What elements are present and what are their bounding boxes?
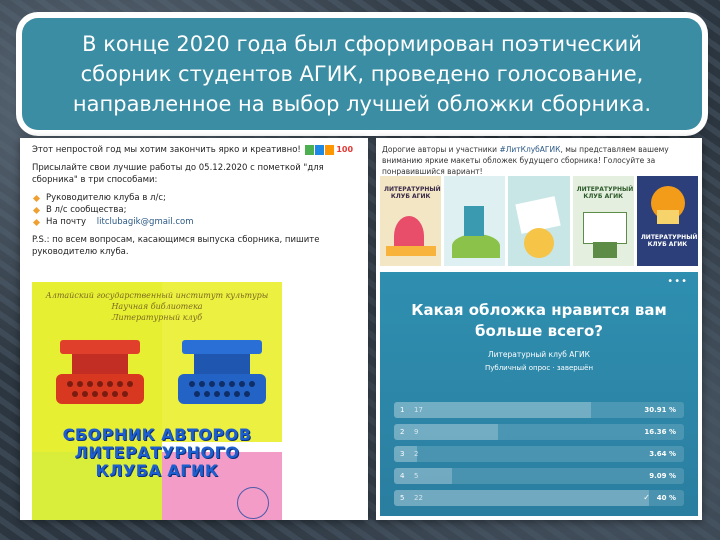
poll-option[interactable]: 3 2 3.64 % [394, 446, 684, 462]
poll-option-count: 2 [414, 450, 419, 458]
post-ps: P.S.: по всем вопросам, касающимся выпус… [32, 235, 320, 257]
email-link[interactable]: litclubagik@gmail.com [97, 216, 194, 228]
right-post-text: Дорогие авторы и участники #ЛитКлубАГИК,… [382, 145, 669, 176]
right-post-screenshot: Дорогие авторы и участники #ЛитКлубАГИК,… [376, 138, 702, 520]
poll-option-percent: 16.36 % [644, 428, 676, 436]
cover-header: Алтайский государственный институт культ… [45, 291, 269, 322]
cover-title: СБОРНИК АВТОРОВ ЛИТЕРАТУРНОГО КЛУБА АГИК [62, 425, 252, 480]
diamond-bullet-icon [32, 218, 41, 226]
poll-option-index: 1 [400, 406, 405, 414]
hundred-icon: 100 [333, 145, 354, 154]
poll-option-percent: 30.91 % [644, 406, 676, 414]
post-text: Этот непростой год мы хотим закончить яр… [20, 138, 368, 258]
poll-option-index: 2 [400, 428, 405, 436]
poll-option-count: 9 [414, 428, 419, 436]
poll-widget: ••• Какая обложка нравится вам больше вс… [380, 272, 698, 516]
poll-option-bar [394, 424, 499, 440]
more-options-icon[interactable]: ••• [667, 276, 688, 287]
poll-option[interactable]: 1 17 30.91 % [394, 402, 684, 418]
poll-option-count: 5 [414, 472, 419, 480]
post-line-2: Присылайте свои лучшие работы до 05.12.2… [32, 163, 324, 185]
post-line-1: Этот непростой год мы хотим закончить яр… [32, 144, 354, 155]
green-book-icon [304, 144, 314, 155]
method-item: На почту litclubagik@gmail.com [32, 216, 358, 228]
title-banner: В конце 2020 года был сформирован поэтич… [22, 18, 702, 130]
cover-image[interactable]: Алтайский государственный институт культ… [32, 282, 282, 520]
cover-thumbnail[interactable] [444, 176, 506, 266]
cover-thumbnail[interactable]: ЛИТЕРАТУРНЫЙ КЛУБ АГИК [380, 176, 442, 266]
checkmark-icon: ✓ [643, 493, 650, 502]
method-item: В л/с сообщества; [32, 204, 358, 216]
poll-meta: Публичный опрос · завершён [484, 364, 594, 372]
poll-option[interactable]: 5 22 40 % ✓ [394, 490, 684, 506]
cover-thumbnail[interactable]: ЛИТЕРАТУРНЫЙ КЛУБ АГИК [572, 176, 634, 266]
poll-option-bar [394, 402, 592, 418]
poll-option-count: 17 [414, 406, 423, 414]
poll-option[interactable]: 4 5 9.09 % [394, 468, 684, 484]
poll-question: Какая обложка нравится вам больше всего? [411, 301, 667, 340]
poll-option-percent: 3.64 % [649, 450, 676, 458]
poll-option-count: 22 [414, 494, 423, 502]
poll-option[interactable]: 2 9 16.36 % [394, 424, 684, 440]
poll-option-percent: 40 % [656, 494, 676, 502]
blue-typewriter-icon [178, 340, 266, 404]
method-item: Руководителю клуба в л/с; [32, 192, 358, 204]
poll-option-percent: 9.09 % [649, 472, 676, 480]
diamond-bullet-icon [32, 206, 41, 214]
hashtag-link[interactable]: #ЛитКлубАГИК [499, 145, 560, 154]
poll-author[interactable]: Литературный клуб АГИК [380, 350, 698, 359]
cover-thumbnail[interactable] [508, 176, 570, 266]
orange-book-icon [324, 144, 334, 155]
poll-option-bar [394, 490, 650, 506]
blue-book-icon [314, 144, 324, 155]
banner-text: В конце 2020 года был сформирован поэтич… [72, 32, 652, 116]
poll-option-index: 4 [400, 472, 405, 480]
cover-thumbnail[interactable]: ЛИТЕРАТУРНЫЙ КЛУБ АГИК [636, 176, 699, 266]
diamond-bullet-icon [32, 194, 41, 202]
stamp-logo [237, 487, 269, 519]
poll-option-index: 3 [400, 450, 405, 458]
cover-thumbnails: ЛИТЕРАТУРНЫЙ КЛУБ АГИК ЛИТЕРАТУРНЫЙ КЛУБ… [380, 176, 699, 266]
left-post-screenshot: Этот непростой год мы хотим закончить яр… [20, 138, 368, 520]
red-typewriter-icon [56, 340, 144, 404]
poll-option-index: 5 [400, 494, 405, 502]
